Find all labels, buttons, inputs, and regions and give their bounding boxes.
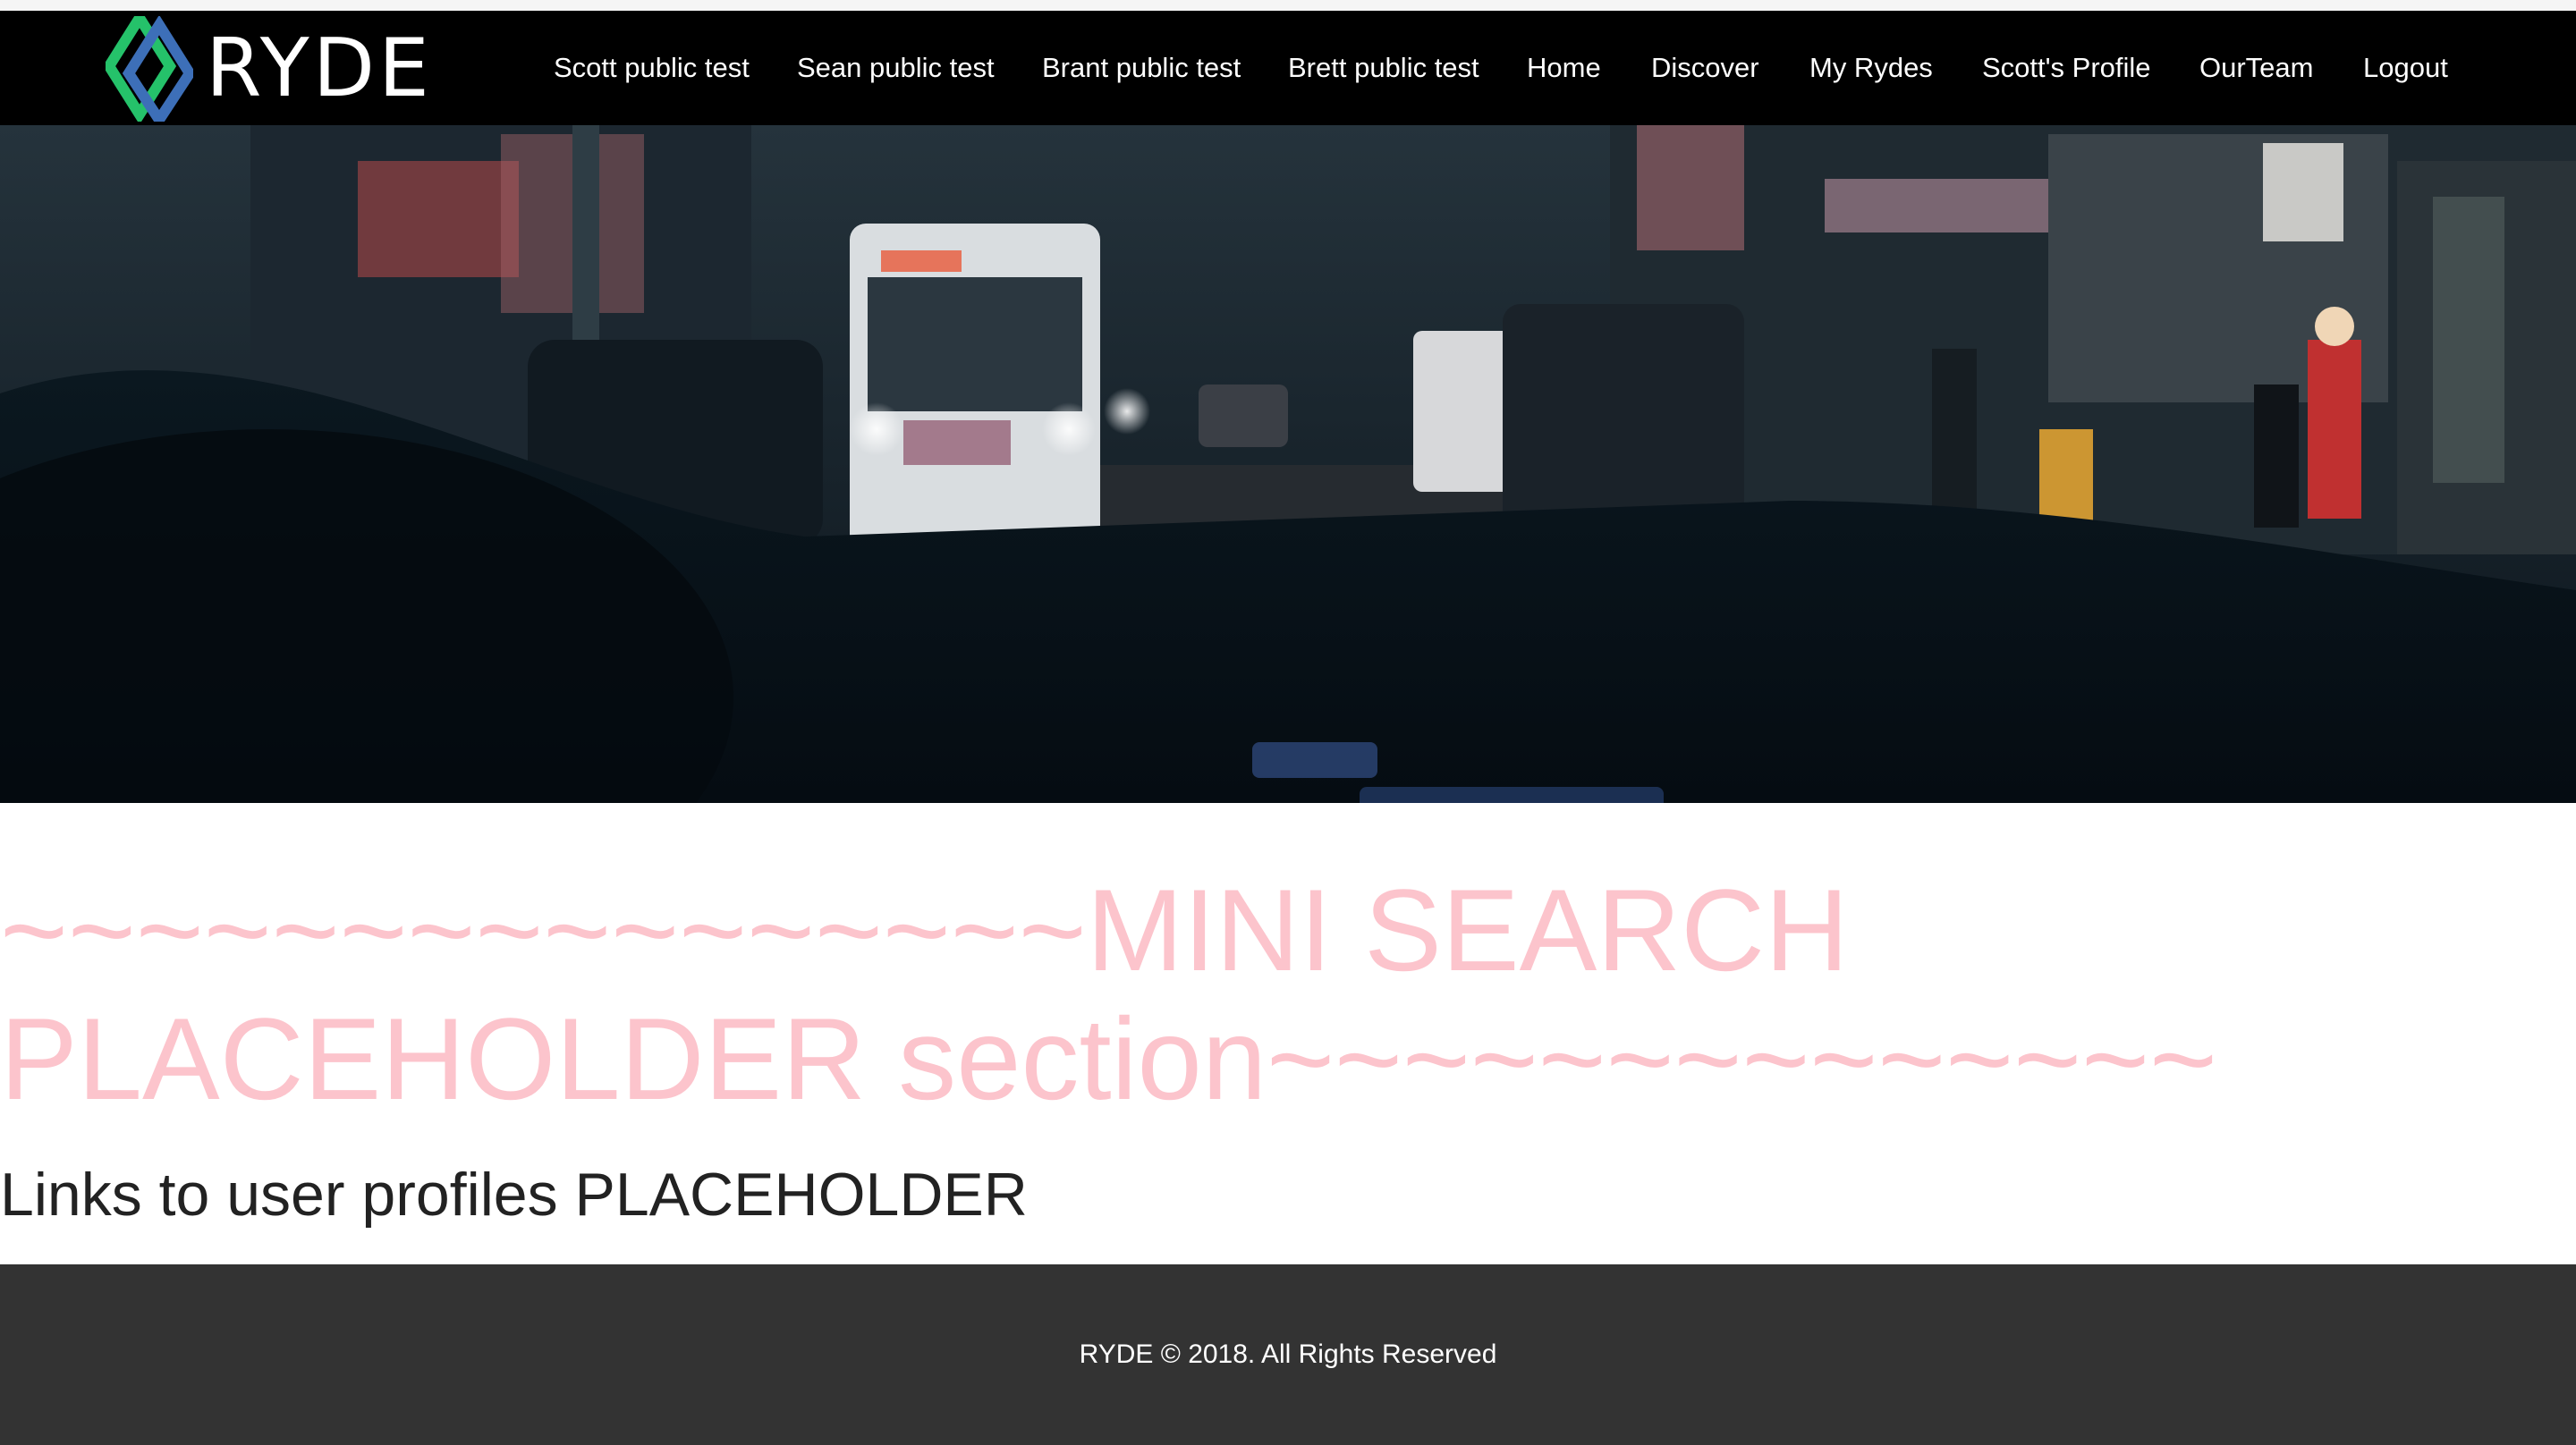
nav-links: Scott public test Sean public test Brant… — [0, 11, 2576, 125]
nav-item-scott-public-test[interactable]: Scott public test — [554, 11, 750, 125]
nav-item-discover[interactable]: Discover — [1651, 11, 1759, 125]
mini-search-placeholder: ~~~~~~~~~~~~~~~~MINI SEARCH PLACEHOLDER … — [0, 865, 2217, 1124]
nav-item-home[interactable]: Home — [1527, 11, 1601, 125]
nav-item-brant-public-test[interactable]: Brant public test — [1042, 11, 1241, 125]
nav-item-my-rydes[interactable]: My Rydes — [1809, 11, 1933, 125]
top-strip — [0, 0, 2576, 11]
user-profiles-placeholder: Links to user profiles PLACEHOLDER — [0, 1161, 1028, 1229]
footer: RYDE © 2018. All Rights Reserved — [0, 1264, 2576, 1445]
nav-item-our-team[interactable]: OurTeam — [2199, 11, 2313, 125]
nav-item-profile[interactable]: Scott's Profile — [1982, 11, 2151, 125]
navbar: RYDE Scott public test Sean public test … — [0, 11, 2576, 125]
hero-illustration — [0, 125, 2576, 803]
hero-street-image — [0, 125, 2576, 803]
nav-item-logout[interactable]: Logout — [2363, 11, 2448, 125]
nav-item-brett-public-test[interactable]: Brett public test — [1288, 11, 1479, 125]
nav-item-sean-public-test[interactable]: Sean public test — [797, 11, 995, 125]
footer-copyright: RYDE © 2018. All Rights Reserved — [1079, 1339, 1497, 1369]
